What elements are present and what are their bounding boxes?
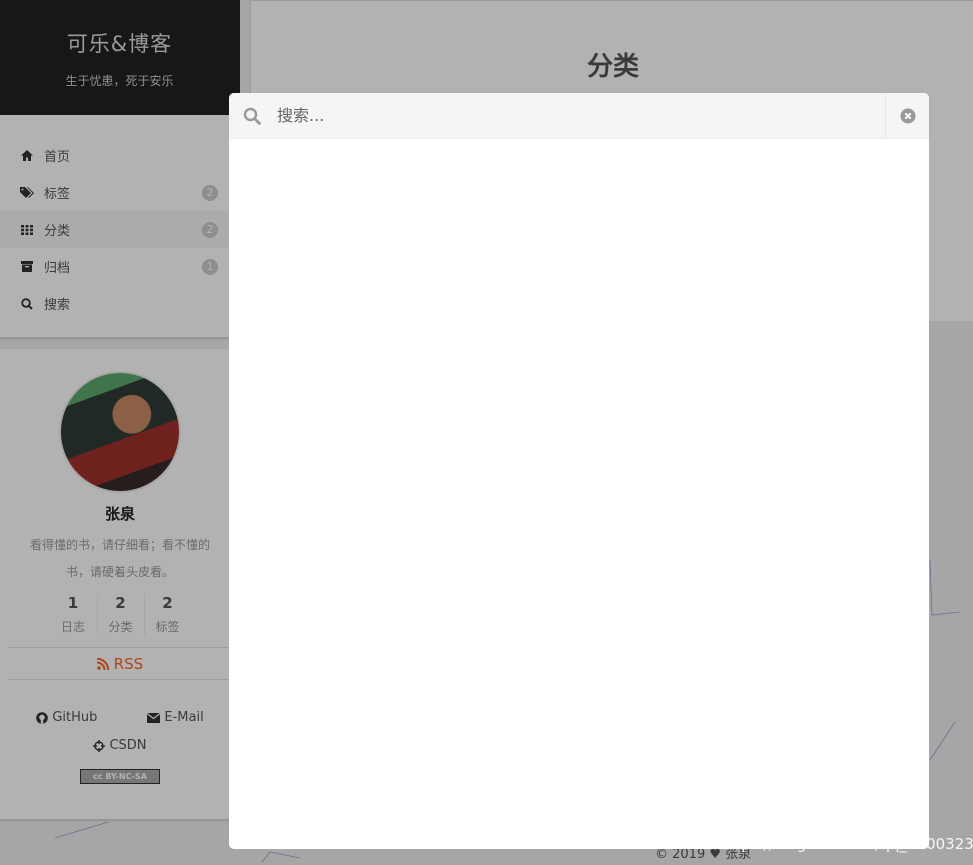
search-popup: [229, 93, 929, 849]
search-input[interactable]: [275, 93, 885, 139]
search-icon: [229, 107, 275, 125]
watermark: https://blog.csdn.net/qq_34003239: [720, 835, 973, 853]
close-search-button[interactable]: [885, 93, 929, 139]
search-header: [229, 93, 929, 139]
close-icon: [900, 108, 915, 123]
